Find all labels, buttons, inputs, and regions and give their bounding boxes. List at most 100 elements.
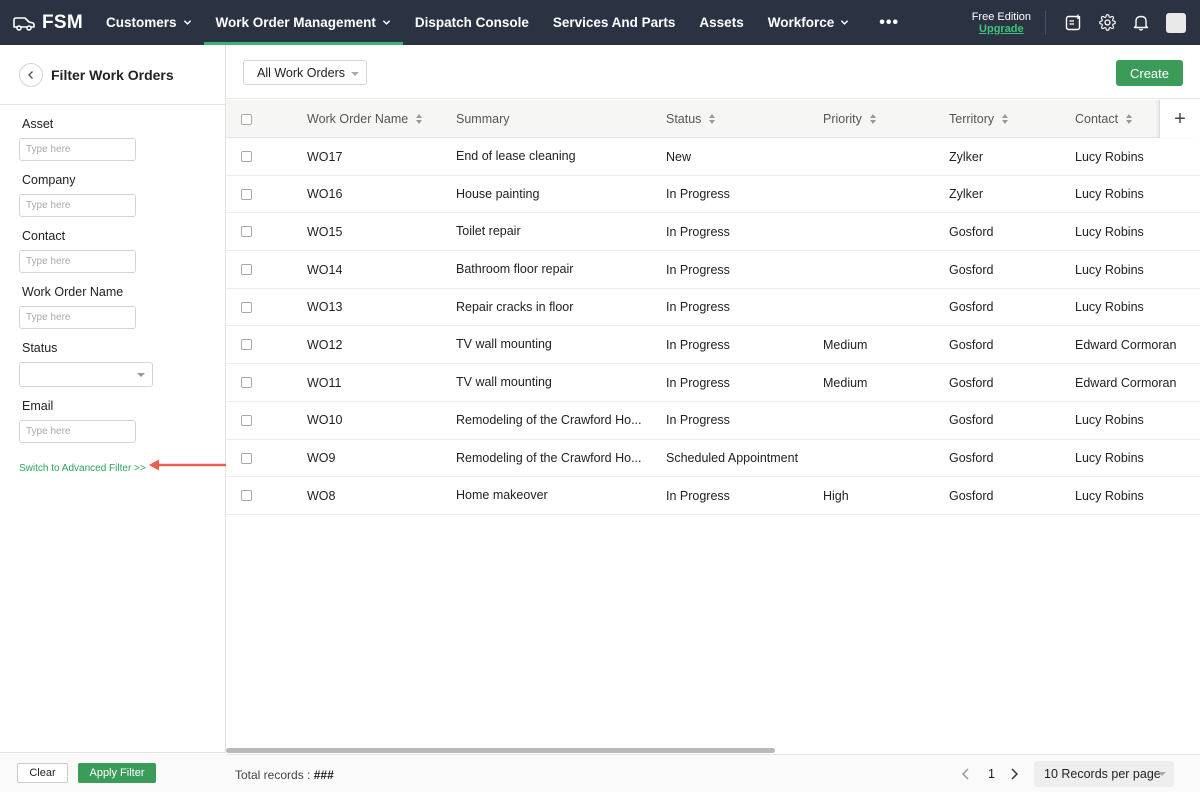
status-cell: In Progress [666,224,730,239]
row-select-cell [241,364,252,401]
work-order-name-cell: WO9 [307,451,336,465]
row-checkbox[interactable] [241,188,252,200]
nav-item-customers[interactable]: Customers [94,0,204,45]
column-header[interactable]: Summary [456,100,509,138]
advanced-filter-link[interactable]: Switch to Advanced Filter >> [19,463,146,474]
records-per-page-select[interactable]: 10 Records per page [1034,761,1174,787]
column-title: Contact [1075,112,1119,126]
sort-icon[interactable] [416,114,423,124]
row-checkbox[interactable] [241,377,252,389]
chevron-left-icon [28,70,33,79]
row-checkbox[interactable] [241,151,252,162]
page-number: 1 [988,767,995,781]
table-row[interactable]: WO9 Remodeling of the Crawford Ho... Sched… [226,440,1200,478]
table-row[interactable]: WO12 TV wall mounting In Progress Medium Gos… [226,326,1200,365]
row-checkbox[interactable] [241,264,252,276]
nav-item-services-and-parts[interactable]: Services And Parts [541,0,688,45]
row-checkbox[interactable] [241,452,252,464]
contact-cell: Lucy Robins [1075,187,1144,202]
nav-item-work-order-management[interactable]: Work Order Management [203,0,404,45]
status-cell: In Progress [666,262,730,277]
priority-cell: Medium [823,375,868,390]
sort-icon[interactable] [709,114,716,124]
next-page-button[interactable] [1009,767,1021,781]
total-records-label: Total records : [235,768,311,782]
nav-right-area: Free Edition Upgrade [972,0,1200,45]
avatar[interactable] [1166,12,1186,33]
sort-icon[interactable] [1002,114,1009,124]
status-select[interactable] [19,362,153,387]
summary-cell: Bathroom floor repair [456,262,574,277]
table-row[interactable]: WO15 Toilet repair In Progress Gosford Lucy … [226,213,1200,252]
contact-cell: Lucy Robins [1075,413,1144,428]
upgrade-link[interactable]: Upgrade [972,23,1031,35]
view-select[interactable]: All Work Orders [243,60,367,85]
horizontal-scrollbar[interactable] [226,747,1200,754]
gear-icon[interactable] [1090,0,1124,45]
nav-item-dispatch-console[interactable]: Dispatch Console [403,0,541,45]
work-order-name-cell: WO13 [307,300,343,315]
table-row[interactable]: WO16 House painting In Progress Zylker Lucy … [226,176,1200,214]
summary-cell: Remodeling of the Crawford Ho... [456,450,642,465]
column-header[interactable]: Priority [823,100,877,138]
records-per-page-label: 10 Records per page [1044,767,1161,781]
sort-icon[interactable] [869,114,877,124]
column-header[interactable]: Status [666,100,716,138]
table-row[interactable]: WO17 End of lease cleaning New Zylker Lucy R… [226,138,1200,176]
previous-page-button[interactable] [961,767,973,781]
add-note-icon[interactable] [1056,0,1090,45]
row-checkbox[interactable] [241,226,252,238]
summary-cell: TV wall mounting [456,375,552,390]
territory-cell: Zylker [949,187,984,202]
clear-button[interactable]: Clear [17,762,68,783]
filter-header: Filter Work Orders [0,45,225,105]
field-label: Company [22,173,76,187]
table-row[interactable]: WO14 Bathroom floor repair In Progress Gosf… [226,251,1200,289]
row-checkbox[interactable] [241,490,252,502]
territory-cell: Gosford [949,262,994,277]
column-header[interactable]: Territory [949,100,1009,138]
status-cell: Scheduled Appointment [666,451,799,465]
column-header[interactable]: Contact [1075,100,1133,138]
contact-cell: Lucy Robins [1075,149,1144,164]
contact-cell: Edward Cormoran [1075,375,1177,390]
work-order-name-input[interactable] [19,306,136,329]
row-checkbox[interactable] [241,301,252,313]
nav-item-assets[interactable]: Assets [687,0,755,45]
work-order-name-cell: WO11 [307,375,342,390]
table-row[interactable]: WO8 Home makeover In Progress High Gosford Lu… [226,477,1200,515]
nav-item-workforce[interactable]: Workforce [756,0,862,45]
view-select-label: All Work Orders [257,65,345,80]
contact-input[interactable] [19,250,136,273]
apply-filter-button[interactable]: Apply Filter [78,762,156,783]
work-order-name-cell: WO12 [307,337,343,352]
asset-input[interactable] [19,138,136,161]
more-menu-button[interactable]: ••• [861,0,917,45]
table-body: WO17 End of lease cleaning New Zylker Lucy R… [226,138,1200,515]
row-select-cell [241,440,252,477]
table-row[interactable]: WO13 Repair cracks in floor In Progress Gos… [226,289,1200,327]
priority-cell: Medium [823,337,868,352]
row-checkbox[interactable] [241,414,252,426]
table-row[interactable]: WO10 Remodeling of the Crawford Ho... In P… [226,402,1200,440]
summary-cell: Toilet repair [456,224,521,239]
create-button[interactable]: Create [1116,60,1183,86]
brand-logo[interactable]: FSM [0,12,94,34]
select-all-checkbox[interactable] [241,113,252,125]
row-checkbox[interactable] [241,339,252,351]
status-cell: In Progress [666,337,730,352]
chevron-left-icon [961,768,969,780]
column-header[interactable]: Work Order Name [307,100,423,138]
email-input[interactable] [19,420,136,443]
contact-cell: Lucy Robins [1075,300,1144,315]
territory-cell: Gosford [949,488,994,503]
company-input[interactable] [19,194,136,217]
column-title: Territory [949,112,995,126]
add-column-button[interactable]: + [1159,100,1200,138]
back-button[interactable] [19,62,43,87]
summary-cell: Remodeling of the Crawford Ho... [456,412,642,427]
table-row[interactable]: WO11 TV wall mounting In Progress Medium Gos… [226,364,1200,402]
bell-icon[interactable] [1124,0,1158,45]
scrollbar-thumb[interactable] [226,748,775,753]
sort-icon[interactable] [1126,114,1133,124]
